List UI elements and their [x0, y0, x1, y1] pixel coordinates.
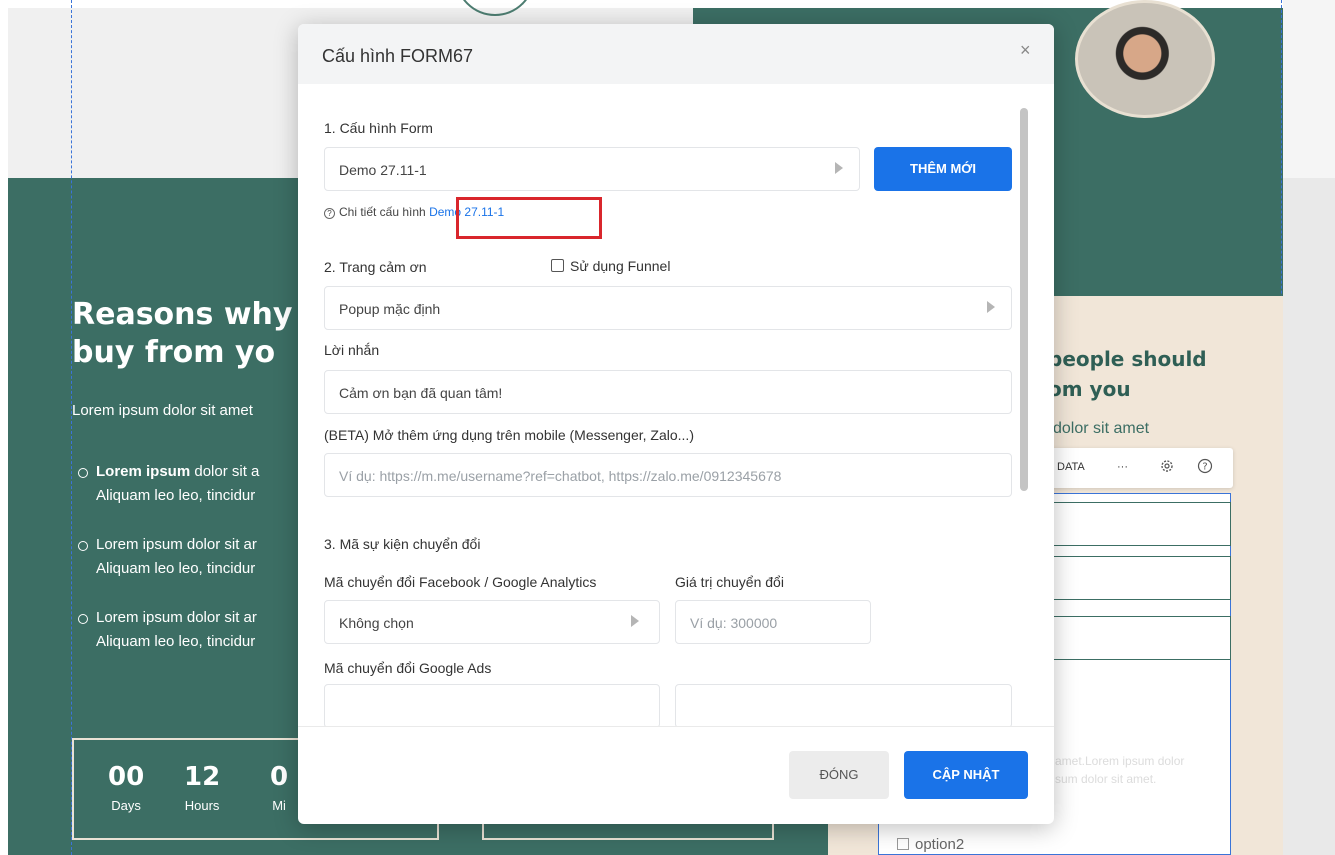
select-arrow-icon — [835, 162, 843, 174]
modal-body: 1. Cấu hình Form Demo 27.11-1 THÊM MỚI ?… — [298, 84, 1054, 726]
thankyou-select[interactable]: Popup mặc định — [324, 286, 1012, 330]
section-conversion-label: 3. Mã sự kiện chuyển đổi — [324, 536, 481, 552]
select-arrow-icon — [987, 301, 995, 313]
close-button[interactable]: ĐÓNG — [789, 751, 889, 799]
form-config-modal: Cấu hình FORM67 × 1. Cấu hình Form Demo … — [298, 24, 1054, 824]
use-funnel-checkbox[interactable]: Sử dụng Funnel — [551, 258, 670, 274]
highlight-box — [456, 197, 602, 239]
help-icon: ? — [324, 208, 335, 219]
add-new-button[interactable]: THÊM MỚI — [874, 147, 1012, 191]
fb-ga-label: Mã chuyển đổi Facebook / Google Analytic… — [324, 574, 597, 590]
beta-label: (BETA) Mở thêm ứng dụng trên mobile (Mes… — [324, 427, 694, 443]
modal-title: Cấu hình FORM67 — [322, 46, 474, 66]
section-form-label: 1. Cấu hình Form — [324, 120, 433, 136]
close-icon[interactable]: × — [1020, 40, 1031, 61]
conversion-value-label: Giá trị chuyển đổi — [675, 574, 784, 590]
footer-divider — [298, 726, 1054, 727]
modal-scrollbar[interactable] — [1020, 108, 1028, 491]
mobile-apps-input[interactable]: Ví dụ: https://m.me/username?ref=chatbot… — [324, 453, 1012, 497]
form-select[interactable]: Demo 27.11-1 — [324, 147, 860, 191]
select-arrow-icon — [631, 615, 639, 627]
message-input[interactable]: Cảm ơn bạn đã quan tâm! — [324, 370, 1012, 414]
google-ads-select[interactable] — [324, 684, 660, 726]
update-button[interactable]: CẬP NHẬT — [904, 751, 1028, 799]
message-label: Lời nhắn — [324, 342, 380, 358]
google-ads-label: Mã chuyển đổi Google Ads — [324, 660, 492, 676]
section-thankyou-label: 2. Trang cảm ơn — [324, 259, 427, 275]
fb-ga-select[interactable]: Không chọn — [324, 600, 660, 644]
google-ads-input[interactable] — [675, 684, 1012, 726]
conversion-value-input[interactable]: Ví dụ: 300000 — [675, 600, 871, 644]
modal-header: Cấu hình FORM67 × — [298, 24, 1054, 84]
